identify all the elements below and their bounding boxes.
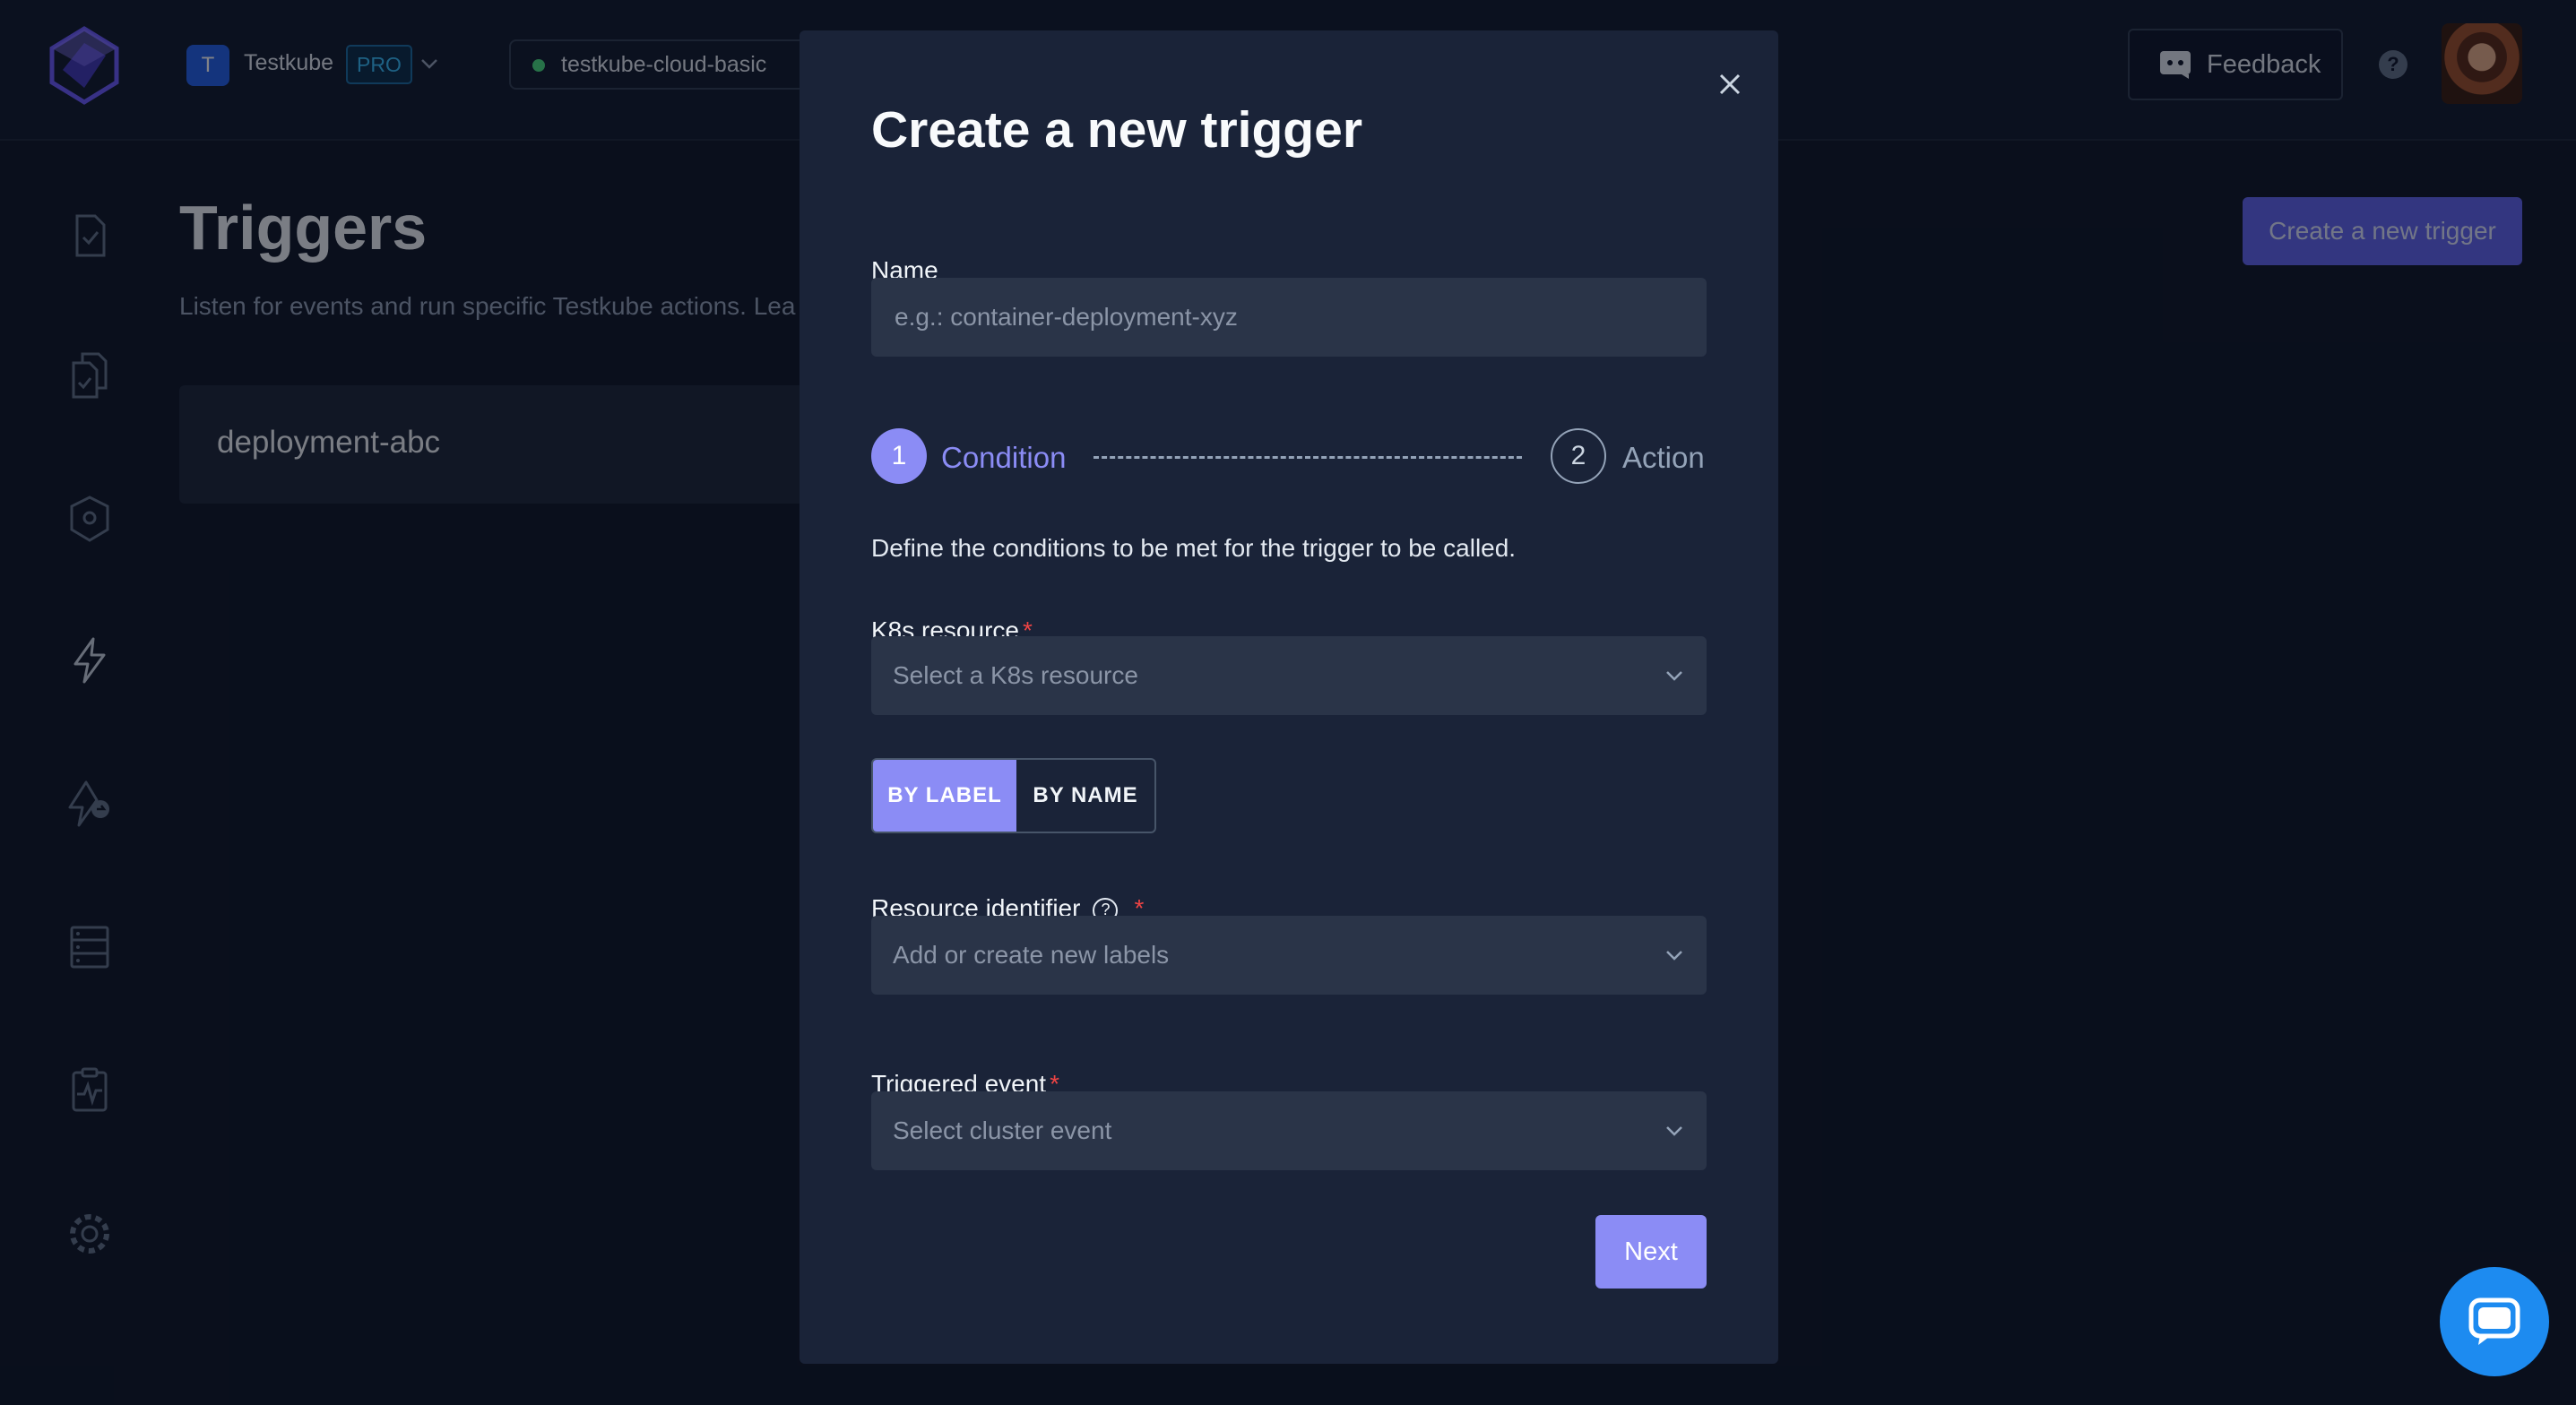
step-description: Define the conditions to be met for the … — [871, 534, 1517, 562]
step-2-indicator: 2 — [1551, 428, 1606, 484]
create-trigger-modal: Create a new trigger Name 1 Condition 2 … — [800, 30, 1778, 1364]
step-1-indicator: 1 — [871, 428, 927, 484]
triggered-event-placeholder: Select cluster event — [893, 1116, 1112, 1144]
by-name-option[interactable]: BY NAME — [1016, 760, 1154, 832]
next-button[interactable]: Next — [1595, 1215, 1707, 1289]
stepper-connector — [1094, 456, 1522, 459]
chevron-down-icon — [1666, 1126, 1682, 1136]
identifier-mode-toggle: BY LABEL BY NAME — [871, 758, 1156, 833]
chevron-down-icon — [1666, 951, 1682, 961]
by-label-option[interactable]: BY LABEL — [873, 760, 1016, 832]
name-input[interactable] — [871, 278, 1707, 357]
k8s-resource-placeholder: Select a K8s resource — [893, 661, 1138, 689]
triggered-event-select[interactable]: Select cluster event — [871, 1091, 1707, 1170]
step-1-label: Condition — [941, 441, 1067, 474]
chat-icon — [2468, 1297, 2520, 1345]
close-icon[interactable] — [1707, 61, 1753, 108]
resource-identifier-placeholder: Add or create new labels — [893, 941, 1170, 969]
modal-title: Create a new trigger — [871, 101, 1363, 159]
chat-widget-button[interactable] — [2440, 1267, 2549, 1376]
k8s-resource-select[interactable]: Select a K8s resource — [871, 636, 1707, 715]
resource-identifier-select[interactable]: Add or create new labels — [871, 916, 1707, 995]
step-2-label: Action — [1622, 441, 1705, 474]
chevron-down-icon — [1666, 671, 1682, 681]
